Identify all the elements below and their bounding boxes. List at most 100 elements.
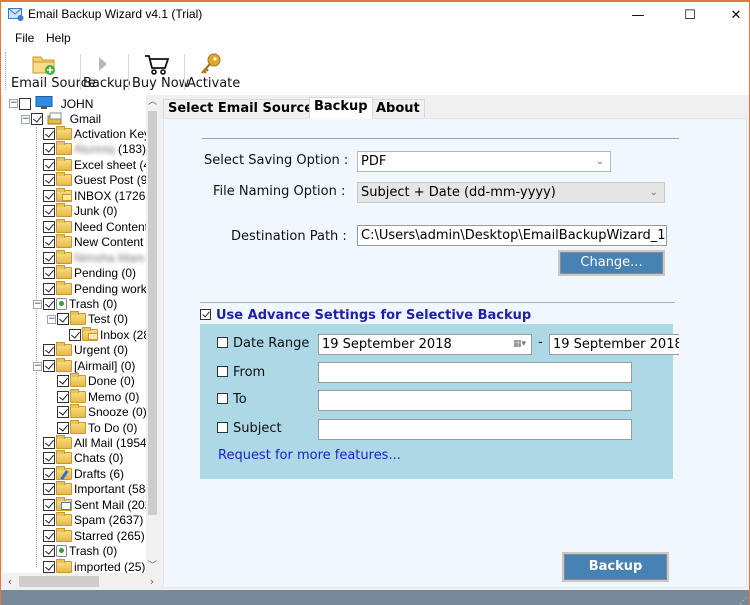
tree-folder-item[interactable]: Inbox (28	[69, 326, 150, 343]
tree-folder-item[interactable]: Nimsha Mam	[43, 249, 145, 266]
buy-now-button[interactable]: Buy Now	[132, 50, 189, 94]
tree-folder-item[interactable]: Done (0)	[57, 373, 135, 389]
tree-folder-item[interactable]: Spam (2637)	[43, 512, 143, 528]
tree-horizontal-scroll-thumb[interactable]	[19, 576, 99, 587]
folder-tree[interactable]: − JOHN − Gmail Activation Key Aluresq (18…	[3, 95, 159, 590]
tree-folder-item[interactable]: Trash (0)	[43, 297, 117, 312]
backup-button[interactable]: Backup	[562, 552, 669, 582]
folder-checkbox[interactable]	[43, 344, 55, 357]
root-checkbox[interactable]	[19, 98, 31, 110]
tree-horizontal-scrollbar[interactable]: ‹ ›	[3, 573, 159, 590]
folder-checkbox[interactable]	[43, 514, 55, 527]
scroll-up-icon[interactable]: ︿	[146, 95, 159, 109]
date-range-checkbox[interactable]	[217, 337, 228, 348]
tree-folder-item[interactable]: Pending work	[43, 280, 147, 297]
folder-checkbox[interactable]	[43, 205, 55, 218]
scroll-down-icon[interactable]: ﹀	[146, 559, 159, 573]
tree-folder-item[interactable]: Aluresq (183)	[43, 141, 146, 157]
tree-folder-item[interactable]: Junk (0)	[43, 203, 117, 219]
subject-input[interactable]	[318, 419, 632, 440]
folder-checkbox[interactable]	[43, 128, 55, 140]
email-source-button[interactable]: Email Source	[11, 50, 96, 94]
from-option[interactable]: From	[217, 365, 265, 380]
tree-folder-item[interactable]: Drafts (6)	[43, 465, 124, 482]
folder-checkbox[interactable]	[69, 328, 81, 341]
folder-checkbox[interactable]	[43, 189, 55, 202]
folder-checkbox[interactable]	[43, 498, 55, 511]
scroll-right-icon[interactable]: ›	[145, 573, 159, 590]
scroll-left-icon[interactable]: ‹	[3, 573, 17, 590]
request-features-link[interactable]: Request for more features...	[218, 448, 401, 463]
folder-checkbox[interactable]	[43, 251, 55, 264]
folder-checkbox[interactable]	[43, 220, 55, 233]
tree-folder-item[interactable]: Memo (0)	[57, 388, 139, 405]
tree-folder-item[interactable]: Pending (0)	[43, 265, 136, 281]
change-path-button[interactable]: Change...	[558, 250, 665, 276]
folder-checkbox[interactable]	[43, 437, 55, 449]
account-checkbox[interactable]	[31, 113, 43, 125]
tree-folder-item[interactable]: INBOX (17261	[43, 187, 152, 204]
folder-checkbox[interactable]	[43, 359, 55, 372]
from-checkbox[interactable]	[217, 366, 228, 377]
tree-folder-item[interactable]: Trash (0)	[43, 544, 117, 559]
collapse-account-toggle[interactable]: −	[21, 115, 30, 124]
tree-folder-item[interactable]: Urgent (0)	[43, 342, 128, 358]
tree-folder-item[interactable]: New Content (	[43, 234, 151, 250]
toolbar-backup-button[interactable]: Backup	[83, 50, 131, 94]
date-to-picker[interactable]: 19 September 2018	[549, 334, 679, 355]
from-input[interactable]	[318, 362, 632, 383]
calendar-dropdown-icon[interactable]: ▦▾	[513, 335, 526, 354]
tree-account[interactable]: Gmail	[31, 112, 101, 127]
file-naming-select[interactable]: Subject + Date (dd-mm-yyyy) ⌄	[357, 182, 665, 203]
tree-folder-item[interactable]: Chats (0)	[43, 450, 123, 466]
tree-root[interactable]: JOHN	[19, 96, 93, 111]
subject-checkbox[interactable]	[217, 422, 228, 433]
tree-folder-item[interactable]: Important (584	[43, 481, 152, 497]
menu-help[interactable]: Help	[46, 31, 71, 45]
tree-folder-item[interactable]: Need Content	[43, 218, 148, 235]
menu-file[interactable]: File	[15, 31, 34, 45]
tree-folder-item[interactable]: Test (0)	[57, 311, 128, 327]
advance-settings-checkbox[interactable]	[200, 309, 211, 320]
advance-settings-toggle[interactable]: Use Advance Settings for Selective Backu…	[200, 308, 531, 323]
folder-checkbox[interactable]	[43, 297, 55, 310]
tab-backup[interactable]: Backup	[309, 97, 373, 119]
activate-button[interactable]: Activate	[187, 50, 240, 94]
saving-option-select[interactable]: PDF ⌄	[357, 151, 611, 172]
date-range-option[interactable]: Date Range	[217, 336, 309, 351]
close-button[interactable]: ✕	[713, 2, 750, 28]
tree-folder-item[interactable]: Excel sheet (4	[43, 156, 150, 173]
tab-select-email-source[interactable]: Select Email Source	[163, 99, 319, 118]
folder-checkbox[interactable]	[43, 282, 55, 295]
tree-folder-item[interactable]: [Airmail] (0)	[43, 357, 135, 374]
subject-option[interactable]: Subject	[217, 421, 282, 436]
folder-checkbox[interactable]	[57, 313, 69, 326]
folder-checkbox[interactable]	[43, 236, 55, 249]
folder-checkbox[interactable]	[43, 174, 55, 187]
folder-checkbox[interactable]	[43, 267, 55, 280]
tab-about[interactable]: About	[371, 99, 425, 118]
folder-checkbox[interactable]	[57, 421, 69, 434]
folder-checkbox[interactable]	[43, 467, 55, 480]
to-checkbox[interactable]	[217, 393, 228, 404]
date-from-picker[interactable]: 19 September 2018 ▦▾	[318, 334, 532, 355]
tree-folder-item[interactable]: Guest Post (97	[43, 172, 154, 188]
folder-checkbox[interactable]	[57, 375, 69, 388]
resize-grip-icon[interactable]: ⋰	[739, 596, 747, 605]
folder-checkbox[interactable]	[57, 406, 69, 419]
maximize-button[interactable]: ☐	[667, 2, 713, 28]
to-input[interactable]	[318, 390, 632, 411]
tree-vertical-scrollbar[interactable]: ︿ ﹀	[146, 95, 159, 573]
tree-folder-item[interactable]: Starred (265)	[43, 527, 145, 544]
folder-checkbox[interactable]	[43, 143, 55, 156]
folder-checkbox[interactable]	[43, 545, 55, 558]
tree-folder-item[interactable]: Activation Key	[43, 126, 150, 142]
tree-vertical-scroll-thumb[interactable]	[148, 111, 157, 515]
folder-checkbox[interactable]	[43, 452, 55, 465]
folder-checkbox[interactable]	[43, 560, 55, 573]
tree-folder-item[interactable]: All Mail (19542	[43, 435, 153, 451]
destination-path-input[interactable]: C:\Users\admin\Desktop\EmailBackupWizard…	[357, 225, 667, 246]
tree-folder-item[interactable]: Snooze (0)	[57, 404, 147, 420]
folder-checkbox[interactable]	[43, 483, 55, 496]
collapse-folder-toggle[interactable]: −	[47, 315, 56, 325]
